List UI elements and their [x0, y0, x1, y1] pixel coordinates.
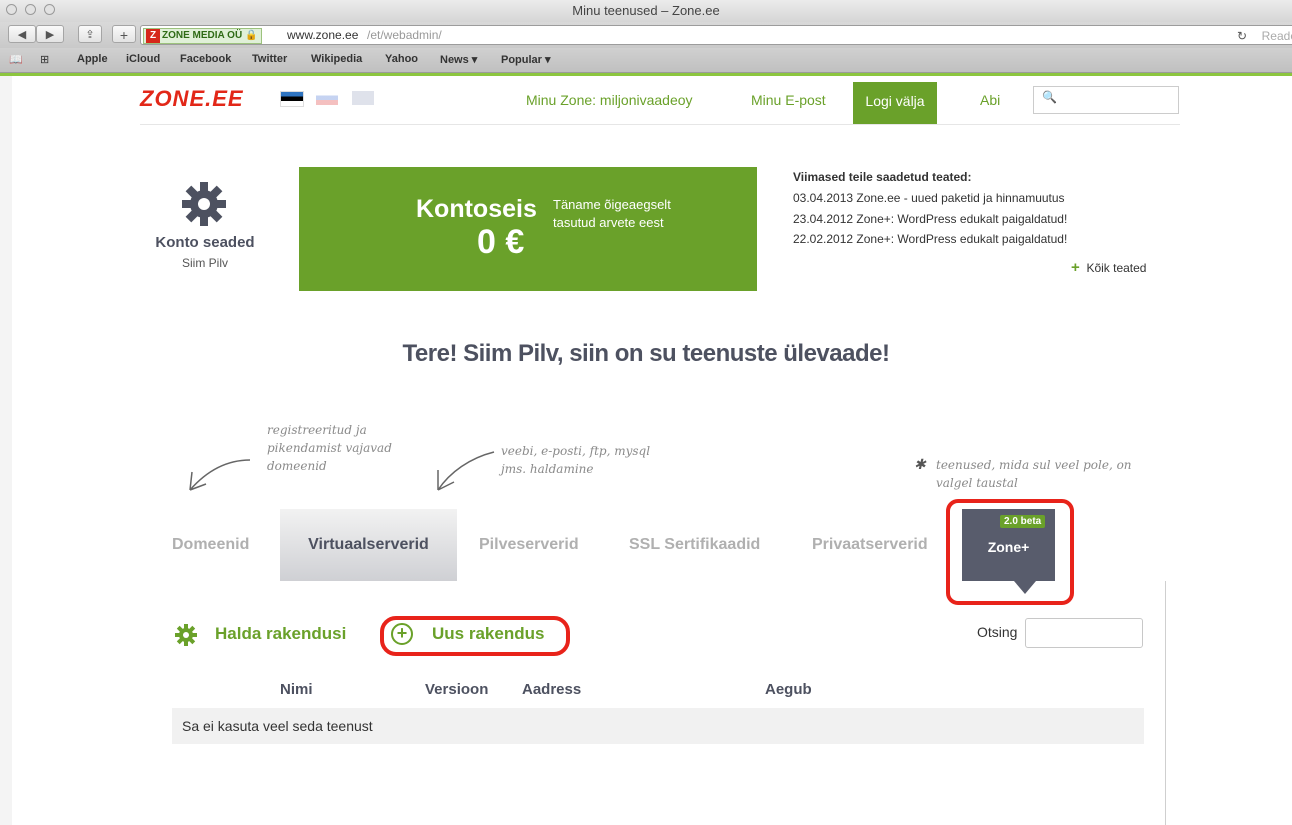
bookmark-apple[interactable]: Apple	[77, 53, 108, 65]
window-title: Minu teenused – Zone.ee	[572, 3, 720, 18]
tab-domains[interactable]: Domeenid	[172, 536, 249, 554]
column-header-expires[interactable]: Aegub	[765, 681, 812, 698]
bookmark-yahoo[interactable]: Yahoo	[385, 53, 418, 65]
table-search-input[interactable]	[1025, 618, 1143, 648]
hint-servers: veebi, e-posti, ftp, mysql jms. haldamin…	[501, 444, 651, 476]
tab-private-servers[interactable]: Privaatserverid	[812, 536, 928, 554]
russian-flag-icon[interactable]	[316, 91, 338, 105]
notice-item[interactable]: 03.04.2013 Zone.ee - uued paketid ja hin…	[793, 191, 1065, 205]
column-header-address[interactable]: Aadress	[522, 681, 581, 698]
hint-missing-services: teenused, mida sul veel pole, on valgel …	[936, 458, 1132, 490]
tab-cloud-servers[interactable]: Pilveserverid	[479, 536, 579, 554]
tab-ssl-certificates[interactable]: SSL Sertifikaadid	[629, 536, 760, 554]
bookmarks-bar: 📖 ⊞ Apple iCloud Facebook Twitter Wikipe…	[0, 48, 1292, 73]
zone-logo-icon: Z	[146, 29, 160, 43]
bookmark-icloud[interactable]: iCloud	[126, 53, 160, 65]
arrow-icon	[189, 459, 251, 491]
reload-icon[interactable]: ↻	[1237, 29, 1247, 43]
bookmark-popular-menu[interactable]: Popular ▾	[501, 53, 551, 66]
highlight-zone-plus	[946, 499, 1074, 605]
highlight-new-app	[380, 616, 570, 656]
manage-apps-link[interactable]: Halda rakendusi	[215, 624, 346, 644]
english-flag-icon[interactable]	[352, 91, 374, 105]
top-sites-grid-icon[interactable]: ⊞	[40, 53, 49, 66]
lock-icon: 🔒	[244, 30, 258, 41]
notice-date: 03.04.2013	[793, 191, 854, 205]
table-search-label: Otsing	[977, 624, 1018, 640]
notice-text: Zone+: WordPress edukalt paigaldatud!	[856, 212, 1068, 226]
new-tab-button[interactable]: +	[112, 25, 136, 43]
manage-gear-icon[interactable]	[174, 623, 198, 647]
bookmark-wikipedia[interactable]: Wikipedia	[311, 53, 362, 65]
notices-heading: Viimased teile saadetud teated:	[793, 170, 972, 184]
balance-panel: Kontoseis 0 € Täname õigeaegselt tasutud…	[299, 167, 757, 291]
search-icon: 🔍	[1042, 90, 1057, 104]
nav-help[interactable]: Abi	[980, 92, 1000, 108]
logout-button[interactable]: Logi välja	[853, 82, 937, 125]
notice-item[interactable]: 23.04.2012 Zone+: WordPress edukalt paig…	[793, 212, 1067, 226]
account-name: Siim Pilv	[181, 256, 228, 270]
all-notices-link[interactable]: + Kõik teated	[1071, 259, 1146, 276]
content-divider	[1165, 581, 1166, 825]
balance-note: Täname õigeaegselt tasutud arvete eest	[553, 197, 671, 230]
header-divider	[140, 124, 1180, 125]
zone-logo[interactable]: ZONE.EE	[140, 86, 244, 112]
arrow-icon	[437, 451, 495, 491]
site-search-input[interactable]: 🔍	[1033, 86, 1179, 114]
notice-date: 23.04.2012	[793, 212, 854, 226]
bookmark-news-menu[interactable]: News ▾	[440, 53, 477, 66]
bookmark-facebook[interactable]: Facebook	[180, 53, 231, 65]
settings-gear-icon[interactable]	[180, 180, 228, 228]
site-badge-text: ZONE MEDIA OÜ	[162, 30, 243, 41]
nav-my-zone[interactable]: Minu Zone: miljonivaadeoy	[526, 92, 693, 108]
nav-my-email[interactable]: Minu E-post	[751, 92, 826, 108]
notice-date: 22.02.2012	[793, 232, 854, 246]
column-header-version[interactable]: Versioon	[425, 681, 488, 698]
url-host: www.zone.ee	[287, 28, 359, 42]
forward-button[interactable]: ▶	[36, 25, 64, 43]
page-greeting: Tere! Siim Pilv, siin on su teenuste üle…	[402, 340, 890, 367]
notice-item[interactable]: 22.02.2012 Zone+: WordPress edukalt paig…	[793, 232, 1067, 246]
url-path: /et/webadmin/	[367, 28, 442, 42]
hint-domains: registreeritud ja pikendamist vajavad do…	[267, 423, 392, 473]
share-icon[interactable]: ⇪	[78, 25, 102, 43]
estonian-flag-icon[interactable]	[280, 91, 304, 107]
account-settings-link[interactable]: Konto seaded	[140, 234, 270, 251]
plus-icon: +	[1071, 259, 1080, 276]
address-bar[interactable]: Z ZONE MEDIA OÜ 🔒 www.zone.ee /et/webadm…	[140, 25, 1292, 45]
balance-title: Kontoseis	[416, 195, 537, 223]
browser-toolbar: ◀ ▶ ⇪ + Z ZONE MEDIA OÜ 🔒 www.zone.ee /e…	[0, 22, 1292, 48]
page-top-accent	[0, 73, 1292, 76]
reader-button[interactable]: Reade	[1262, 29, 1292, 43]
tab-virtual-servers[interactable]: Virtuaalserverid	[280, 509, 457, 581]
all-notices-label: Kõik teated	[1086, 261, 1147, 275]
table-row: Sa ei kasuta veel seda teenust	[172, 708, 1144, 744]
bookmark-twitter[interactable]: Twitter	[252, 53, 287, 65]
notice-text: Zone+: WordPress edukalt paigaldatud!	[856, 232, 1068, 246]
bookmarks-book-icon[interactable]: 📖	[9, 53, 23, 66]
back-button[interactable]: ◀	[8, 25, 36, 43]
asterisk-icon: ✱	[914, 457, 926, 473]
page-left-margin	[0, 76, 12, 825]
balance-amount: 0 €	[477, 223, 525, 261]
empty-state-text: Sa ei kasuta veel seda teenust	[182, 718, 373, 734]
window-titlebar: Minu teenused – Zone.ee	[0, 0, 1292, 23]
site-identity-badge[interactable]: Z ZONE MEDIA OÜ 🔒	[143, 28, 263, 44]
notice-text: Zone.ee - uued paketid ja hinnamuutus	[856, 191, 1065, 205]
column-header-name[interactable]: Nimi	[280, 681, 313, 698]
